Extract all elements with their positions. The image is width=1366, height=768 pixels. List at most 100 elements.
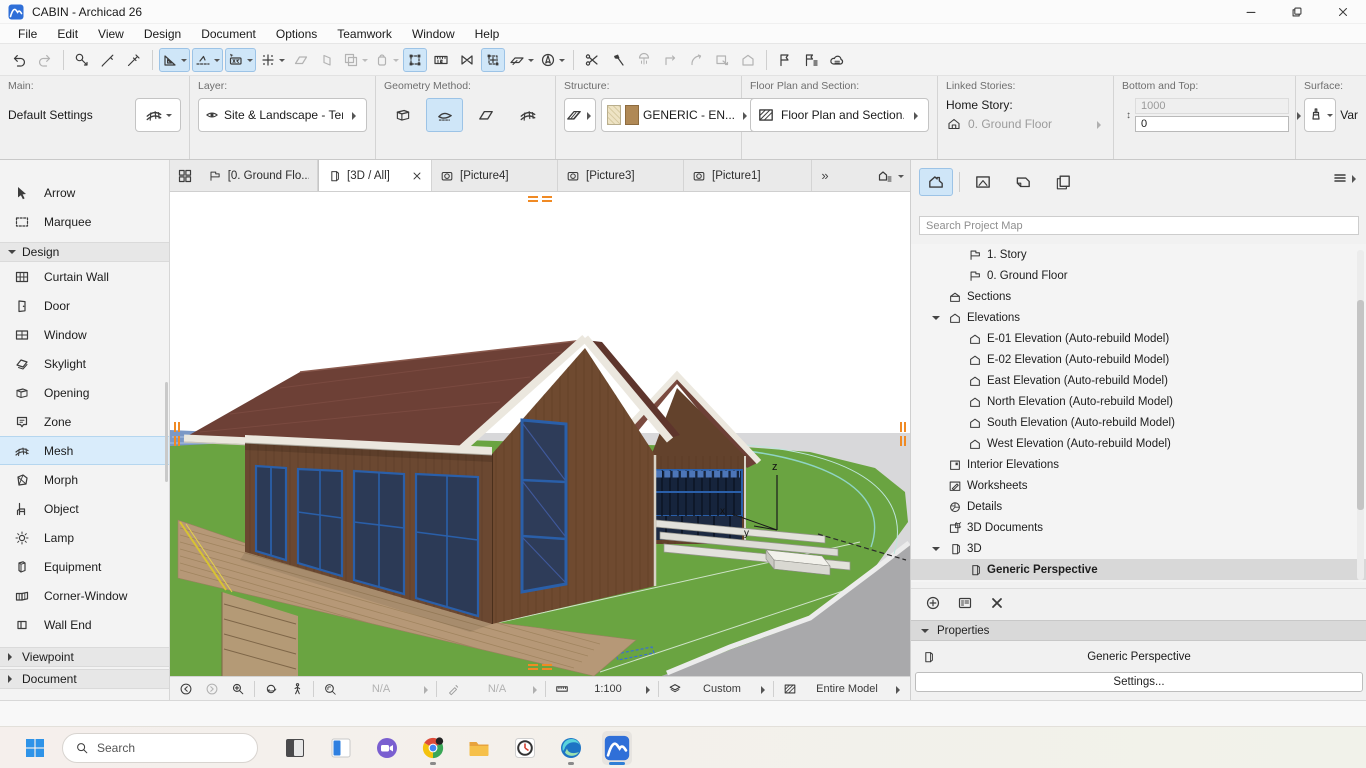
flyout-arrow-icon[interactable] xyxy=(533,686,541,694)
tool-corner-window[interactable]: Corner-Window xyxy=(0,581,169,610)
tab-picture4[interactable]: [Picture4] xyxy=(432,160,558,191)
tracker-coordinates-toggle[interactable] xyxy=(225,48,256,72)
dropdown-arrow-icon[interactable] xyxy=(393,59,399,65)
flag-list-button[interactable] xyxy=(799,48,823,72)
geometry-dome-button[interactable] xyxy=(510,98,546,132)
layer-combination-value[interactable]: Custom xyxy=(689,683,755,695)
tree-item-story-1[interactable]: 1. Story xyxy=(911,244,1366,265)
collision-detection-button[interactable] xyxy=(455,48,479,72)
menu-document[interactable]: Document xyxy=(191,25,266,43)
menu-design[interactable]: Design xyxy=(134,25,191,43)
undo-button[interactable] xyxy=(7,48,31,72)
trim-button[interactable] xyxy=(632,48,656,72)
geometry-skirt-button[interactable] xyxy=(468,98,504,132)
tree-item-details[interactable]: Details xyxy=(911,496,1366,517)
start-button[interactable] xyxy=(18,731,52,765)
menu-view[interactable]: View xyxy=(88,25,134,43)
model-filter-button[interactable] xyxy=(778,682,802,696)
tool-curtain-wall[interactable]: Curtain Wall xyxy=(0,262,169,291)
dropdown-arrow-icon[interactable] xyxy=(279,59,285,65)
3d-viewport-canvas[interactable]: z x y xyxy=(170,192,910,676)
resize-button[interactable] xyxy=(710,48,734,72)
taskbar-app-edge[interactable] xyxy=(556,731,586,765)
flyout-arrow-icon[interactable] xyxy=(1097,121,1105,129)
top-offset-field[interactable] xyxy=(1135,98,1289,114)
taskbar-app-dark[interactable] xyxy=(280,731,310,765)
fillet-button[interactable] xyxy=(684,48,708,72)
project-map-search-input[interactable] xyxy=(919,216,1359,235)
add-item-button[interactable] xyxy=(925,595,941,611)
zoom-preset-value[interactable]: N/A xyxy=(344,683,418,695)
tree-item-north-elevation[interactable]: North Elevation (Auto-rebuild Model) xyxy=(911,391,1366,412)
tab-overflow-button[interactable]: » xyxy=(812,160,838,191)
tree-item-e02-elevation[interactable]: E-02 Elevation (Auto-rebuild Model) xyxy=(911,349,1366,370)
tool-door[interactable]: Door xyxy=(0,291,169,320)
inject-parameters-button[interactable] xyxy=(122,48,146,72)
taskbar-app-clock[interactable] xyxy=(510,731,540,765)
layer-selector[interactable]: Site & Landscape - Terrain xyxy=(198,98,367,132)
chevron-down-icon[interactable] xyxy=(932,316,940,324)
tool-object[interactable]: Object xyxy=(0,494,169,523)
quick-layers-button[interactable] xyxy=(663,682,687,696)
flyout-arrow-icon[interactable] xyxy=(646,686,654,694)
flag-button[interactable] xyxy=(773,48,797,72)
toolbox-section-document[interactable]: Document xyxy=(0,669,169,689)
geometry-surface-button[interactable] xyxy=(426,98,463,132)
navigator-menu-button[interactable] xyxy=(1332,170,1360,186)
adjust-button[interactable] xyxy=(606,48,630,72)
toolbox-section-viewpoint[interactable]: Viewpoint xyxy=(0,647,169,667)
pen-button[interactable] xyxy=(96,48,120,72)
toolbox-section-design[interactable]: Design xyxy=(0,242,169,262)
tilt-plane-button[interactable] xyxy=(507,48,536,72)
menu-edit[interactable]: Edit xyxy=(47,25,88,43)
frames-button[interactable] xyxy=(341,48,370,72)
dropdown-arrow-icon[interactable] xyxy=(362,59,368,65)
tree-item-3d-documents[interactable]: 3D Documents xyxy=(911,517,1366,538)
transform-box-toggle[interactable] xyxy=(481,48,505,72)
tool-window[interactable]: Window xyxy=(0,320,169,349)
tab-picture3[interactable]: [Picture3] xyxy=(558,160,684,191)
mesh-default-settings-button[interactable] xyxy=(135,98,181,132)
snap-grid-button[interactable] xyxy=(258,48,287,72)
pen-set-value[interactable]: N/A xyxy=(467,683,527,695)
tree-item-elevations[interactable]: Elevations xyxy=(911,307,1366,328)
wall-reference-button[interactable] xyxy=(315,48,339,72)
back-view-button[interactable] xyxy=(174,682,198,696)
fit-in-window-button[interactable] xyxy=(318,682,342,696)
menu-options[interactable]: Options xyxy=(266,25,327,43)
menu-file[interactable]: File xyxy=(8,25,47,43)
surface-override-button[interactable] xyxy=(1304,98,1336,132)
tree-item-generic-perspective[interactable]: Generic Perspective xyxy=(911,559,1366,580)
tool-equipment[interactable]: Equipment xyxy=(0,552,169,581)
dropdown-arrow-icon[interactable] xyxy=(528,59,534,65)
properties-header[interactable]: Properties xyxy=(911,620,1366,641)
minimize-button[interactable] xyxy=(1228,0,1274,24)
dropdown-arrow-icon[interactable] xyxy=(181,59,187,65)
dropdown-arrow-icon[interactable] xyxy=(898,175,904,181)
building-material-selector[interactable]: GENERIC - EN... xyxy=(601,98,757,132)
layout-book-button[interactable] xyxy=(1006,168,1040,196)
geometry-solid-body-button[interactable] xyxy=(385,98,421,132)
taskbar-app-file-explorer[interactable] xyxy=(464,731,494,765)
tree-item-west-elevation[interactable]: West Elevation (Auto-rebuild Model) xyxy=(911,433,1366,454)
flyout-arrow-icon[interactable] xyxy=(587,112,595,120)
tree-item-south-elevation[interactable]: South Elevation (Auto-rebuild Model) xyxy=(911,412,1366,433)
gravity-button[interactable] xyxy=(372,48,401,72)
split-button[interactable] xyxy=(580,48,604,72)
delete-item-button[interactable] xyxy=(989,595,1005,611)
taskbar-search-input[interactable] xyxy=(97,741,227,755)
structure-fill-button[interactable] xyxy=(564,98,596,132)
default-settings-label[interactable]: Default Settings xyxy=(8,108,93,122)
tab-overview-button[interactable] xyxy=(170,160,200,191)
close-button[interactable] xyxy=(1320,0,1366,24)
scale-button[interactable] xyxy=(550,682,574,696)
dropdown-arrow-icon[interactable] xyxy=(247,59,253,65)
tree-item-3d[interactable]: 3D xyxy=(911,538,1366,559)
taskbar-app-widgets[interactable] xyxy=(326,731,356,765)
tool-wall-end[interactable]: Wall End xyxy=(0,610,169,639)
item-settings-button[interactable] xyxy=(957,595,973,611)
dropdown-arrow-icon[interactable] xyxy=(1327,114,1333,120)
dimension-units-button[interactable] xyxy=(429,48,453,72)
relink-home-button[interactable] xyxy=(736,48,760,72)
tool-lamp[interactable]: Lamp xyxy=(0,523,169,552)
